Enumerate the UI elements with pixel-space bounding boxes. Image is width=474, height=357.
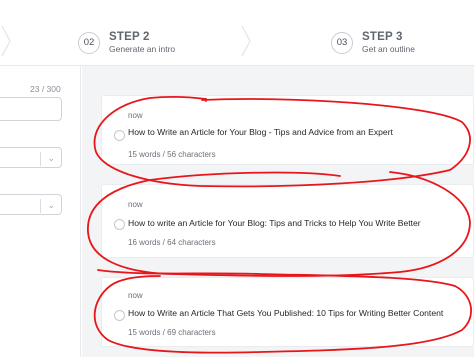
step-2[interactable]: 02 STEP 2 Generate an intro (78, 31, 175, 54)
result-radio[interactable] (114, 310, 125, 321)
result-radio[interactable] (114, 130, 125, 141)
language-select[interactable]: ⌄ (0, 147, 62, 168)
result-card[interactable]: now How to Write an Article That Gets Yo… (101, 277, 474, 347)
result-timestamp: now (128, 291, 143, 300)
chevron-down-icon: ⌄ (47, 200, 55, 210)
result-radio[interactable] (114, 219, 125, 230)
step-3[interactable]: 03 STEP 3 Get an outline (331, 31, 415, 54)
step-3-title: STEP 3 (362, 31, 403, 43)
topic-input[interactable] (0, 97, 62, 121)
result-stats: 15 words / 69 characters (128, 328, 216, 337)
steps-bar: 02 STEP 2 Generate an intro 03 STEP 3 Ge… (0, 0, 474, 66)
step-3-number: 03 (331, 31, 353, 54)
step-2-title: STEP 2 (109, 31, 150, 43)
step-2-number: 02 (78, 31, 100, 54)
char-counter: 23 / 300 (30, 84, 61, 94)
select-separator (40, 152, 41, 166)
input-panel: 23 / 300 ⌄ ⌄ (0, 66, 81, 357)
result-stats: 15 words / 56 characters (128, 150, 216, 159)
tone-select[interactable]: ⌄ (0, 194, 62, 215)
result-title: How to write an Article for Your Blog: T… (128, 218, 421, 228)
result-timestamp: now (128, 200, 143, 209)
select-separator (40, 199, 41, 213)
result-title: How to Write an Article for Your Blog - … (128, 127, 393, 137)
step-2-subtitle: Generate an intro (109, 44, 176, 54)
result-timestamp: now (128, 111, 143, 120)
step-divider-chevron-icon (241, 26, 251, 56)
step-3-subtitle: Get an outline (362, 44, 415, 54)
step-divider-chevron-icon (1, 26, 11, 56)
result-card[interactable]: now How to Write an Article for Your Blo… (101, 95, 474, 165)
result-title: How to Write an Article That Gets You Pu… (128, 308, 444, 318)
chevron-down-icon: ⌄ (47, 153, 55, 163)
result-stats: 16 words / 64 characters (128, 238, 216, 247)
result-card[interactable]: now How to write an Article for Your Blo… (101, 184, 474, 258)
